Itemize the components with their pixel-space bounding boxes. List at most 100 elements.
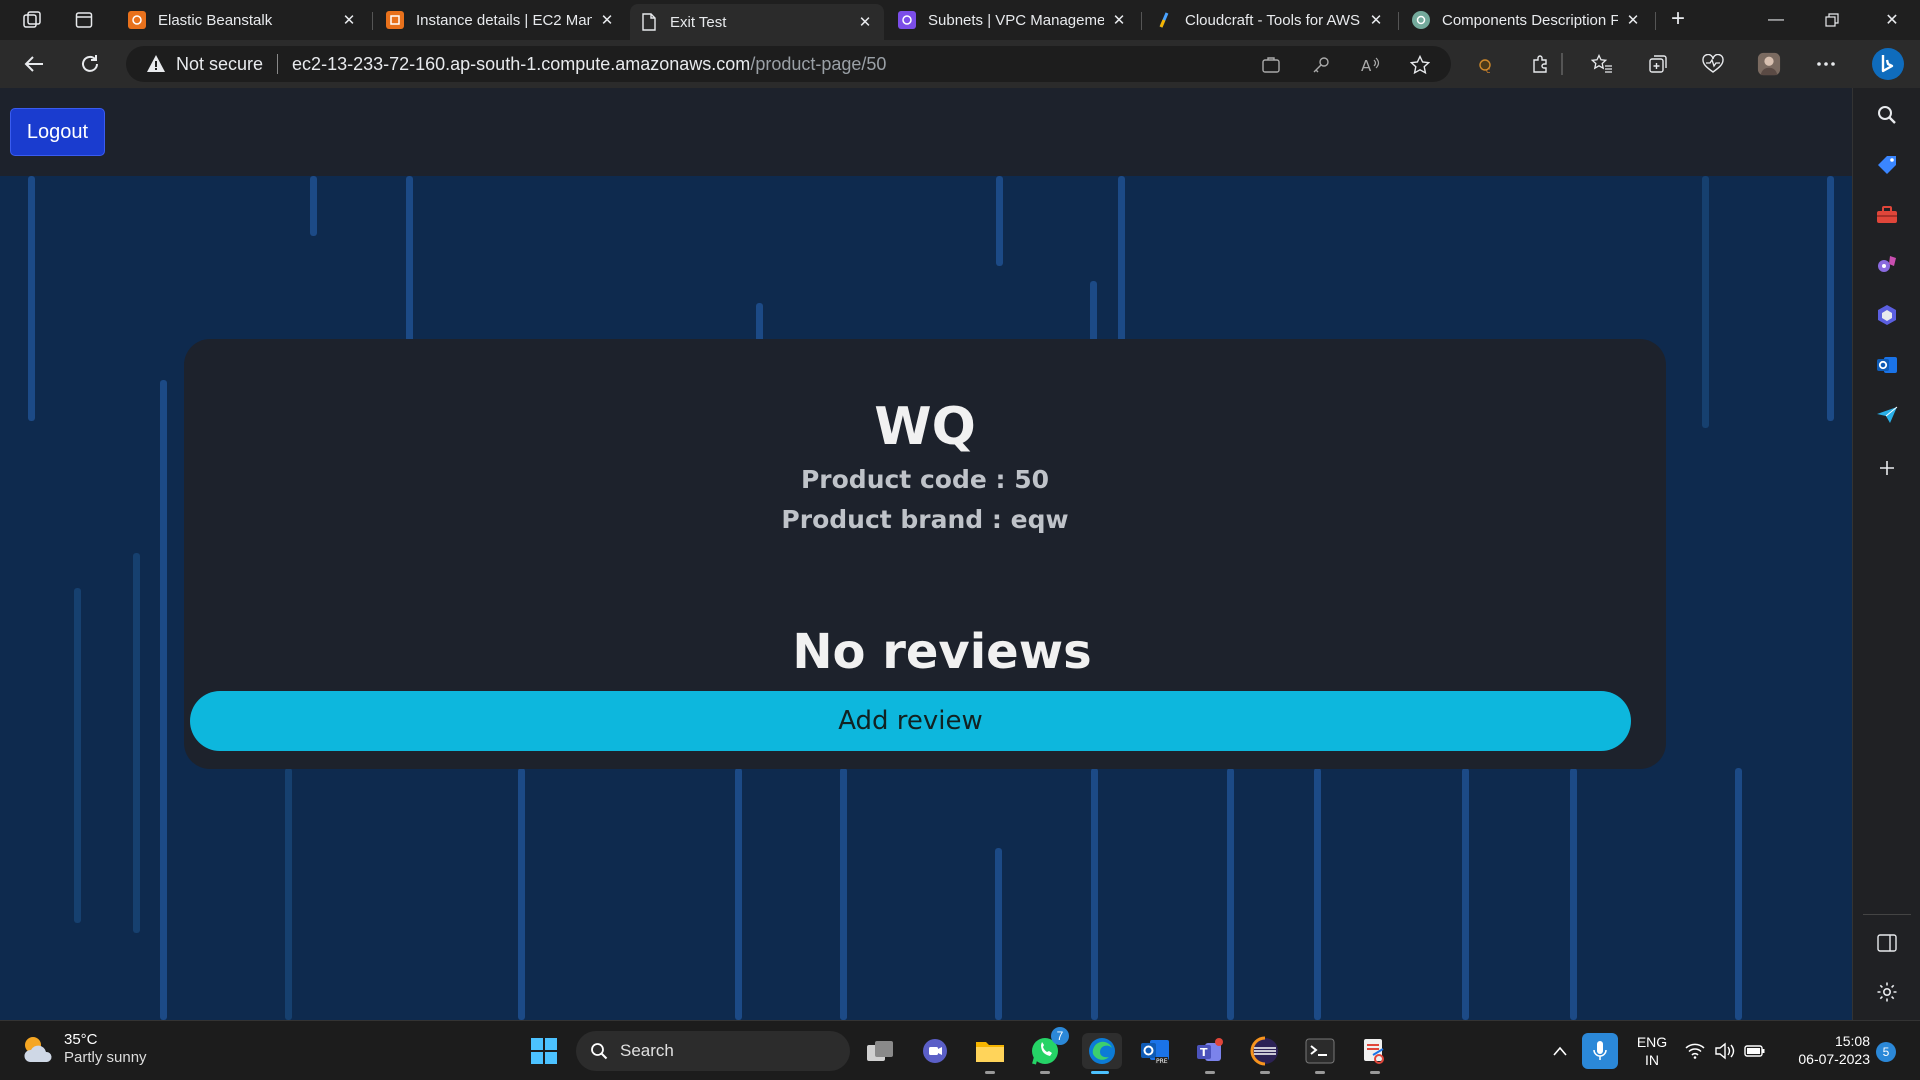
security-label[interactable]: Not secure bbox=[176, 54, 263, 75]
task-view-icon[interactable] bbox=[862, 1033, 898, 1069]
background-streak bbox=[160, 380, 167, 1020]
tab-title: Exit Test bbox=[670, 13, 727, 31]
browser-essentials-icon[interactable] bbox=[1701, 52, 1725, 76]
app-available-icon[interactable] bbox=[1261, 55, 1281, 75]
favorite-star-icon[interactable] bbox=[1409, 54, 1431, 75]
tab-ec2-instance[interactable]: Instance details | EC2 Management Consol… bbox=[376, 4, 626, 36]
new-tab-icon[interactable]: + bbox=[1664, 6, 1692, 34]
add-review-button[interactable]: Add review bbox=[190, 691, 1631, 751]
reviews-heading: No reviews bbox=[792, 624, 1092, 680]
microsoft-365-icon[interactable] bbox=[1875, 303, 1899, 327]
close-icon[interactable]: ✕ bbox=[598, 11, 616, 29]
close-window-icon[interactable]: ✕ bbox=[1864, 0, 1920, 40]
background-streak bbox=[1702, 176, 1709, 428]
close-icon[interactable]: ✕ bbox=[1110, 11, 1128, 29]
teams-chat-icon[interactable] bbox=[917, 1033, 953, 1069]
close-icon[interactable]: ✕ bbox=[856, 13, 874, 31]
outlook-icon[interactable] bbox=[1875, 353, 1899, 377]
snipping-tool-icon[interactable] bbox=[1357, 1033, 1393, 1074]
volume-icon[interactable] bbox=[1711, 1033, 1739, 1069]
background-streak bbox=[1462, 768, 1469, 1020]
tab-components-description[interactable]: Components Description Format ✕ bbox=[1402, 4, 1652, 36]
tab-cloudcraft[interactable]: Cloudcraft - Tools for AWS ✕ bbox=[1145, 4, 1395, 36]
minimize-icon[interactable]: — bbox=[1748, 0, 1804, 40]
file-explorer-icon[interactable] bbox=[972, 1033, 1008, 1074]
running-indicator bbox=[1205, 1071, 1215, 1074]
tools-icon[interactable] bbox=[1875, 203, 1899, 227]
bing-copilot-icon[interactable] bbox=[1870, 46, 1906, 82]
collections-icon[interactable] bbox=[1646, 52, 1670, 76]
warning-icon[interactable] bbox=[146, 54, 166, 74]
tab-actions-icon[interactable] bbox=[70, 6, 98, 34]
svg-text:c: c bbox=[1486, 66, 1490, 74]
background-streak bbox=[310, 176, 317, 236]
shopping-tag-icon[interactable] bbox=[1875, 153, 1899, 177]
background-streak bbox=[1827, 176, 1834, 421]
partly-sunny-icon bbox=[24, 1037, 52, 1062]
eclipse-icon[interactable] bbox=[1247, 1033, 1283, 1074]
teams-icon[interactable]: T bbox=[1192, 1033, 1228, 1074]
clock[interactable]: 15:08 06-07-2023 bbox=[1780, 1032, 1870, 1068]
key-icon[interactable] bbox=[1311, 55, 1331, 75]
cloudcraft-icon bbox=[1155, 11, 1173, 29]
workspaces-icon[interactable] bbox=[18, 6, 46, 34]
background-streak bbox=[735, 768, 742, 1020]
close-icon[interactable]: ✕ bbox=[340, 11, 358, 29]
aws-orange-icon bbox=[386, 11, 404, 29]
telegram-send-icon[interactable] bbox=[1875, 403, 1899, 427]
favorites-icon[interactable] bbox=[1590, 52, 1614, 76]
url-host: ec2-13-233-72-160.ap-south-1.compute.ama… bbox=[292, 53, 751, 74]
extensions-icon[interactable] bbox=[1528, 52, 1552, 76]
tray-chevron-up-icon[interactable] bbox=[1542, 1033, 1578, 1069]
games-icon[interactable] bbox=[1875, 253, 1899, 277]
terminal-icon[interactable] bbox=[1302, 1033, 1338, 1074]
background-streak bbox=[996, 176, 1003, 266]
edge-browser-icon[interactable] bbox=[1082, 1033, 1122, 1074]
outlook-pre-icon[interactable]: PRE bbox=[1137, 1033, 1173, 1069]
running-indicator bbox=[1315, 1071, 1325, 1074]
hide-sidebar-icon[interactable] bbox=[1875, 931, 1899, 955]
tab-title: Elastic Beanstalk bbox=[158, 11, 273, 29]
tab-elastic-beanstalk[interactable]: Elastic Beanstalk ✕ bbox=[118, 4, 368, 36]
profile-avatar[interactable] bbox=[1757, 52, 1781, 76]
restore-icon[interactable] bbox=[1804, 0, 1860, 40]
page-icon bbox=[640, 13, 658, 31]
wifi-icon[interactable] bbox=[1681, 1033, 1709, 1069]
search-icon[interactable] bbox=[1875, 103, 1899, 127]
address-bar[interactable]: Not secure ec2-13-233-72-160.ap-south-1.… bbox=[126, 46, 1451, 82]
close-icon[interactable]: ✕ bbox=[1367, 11, 1385, 29]
back-icon[interactable] bbox=[20, 50, 48, 78]
edge-sidebar bbox=[1852, 88, 1920, 1020]
clock-date: 06-07-2023 bbox=[1798, 1051, 1870, 1067]
product-code: Product code : 50 bbox=[800, 465, 1050, 494]
background-streak bbox=[1227, 768, 1234, 1020]
logout-button[interactable]: Logout bbox=[10, 108, 105, 156]
close-icon[interactable]: ✕ bbox=[1624, 11, 1642, 29]
active-indicator bbox=[1091, 1071, 1109, 1074]
tab-divider bbox=[1398, 12, 1399, 30]
settings-gear-icon[interactable] bbox=[1875, 980, 1899, 1004]
weather-widget[interactable]: 35°C Partly sunny bbox=[20, 1031, 147, 1067]
microphone-icon[interactable] bbox=[1582, 1033, 1618, 1069]
tab-divider bbox=[1655, 12, 1656, 30]
weather-condition: Partly sunny bbox=[64, 1049, 147, 1066]
language-indicator[interactable]: ENG IN bbox=[1634, 1033, 1670, 1069]
whatsapp-icon[interactable]: 7 bbox=[1027, 1027, 1069, 1074]
product-card: WQ Product code : 50 Product brand : eqw… bbox=[184, 339, 1666, 769]
refresh-icon[interactable] bbox=[76, 50, 104, 78]
taskbar-search[interactable]: Search bbox=[576, 1031, 850, 1071]
extension-bug-icon[interactable]: c bbox=[1473, 52, 1497, 76]
read-aloud-icon[interactable]: A bbox=[1360, 55, 1380, 75]
tab-subnets-vpc[interactable]: Subnets | VPC Management Console ✕ bbox=[888, 4, 1138, 36]
more-options-icon[interactable] bbox=[1814, 52, 1838, 76]
windows-taskbar: 35°C Partly sunny Search 7 PRE T ENG IN … bbox=[0, 1020, 1920, 1080]
notification-badge: 7 bbox=[1051, 1027, 1069, 1045]
add-sidebar-app-icon[interactable] bbox=[1875, 456, 1899, 480]
tab-exit-test[interactable]: Exit Test ✕ bbox=[630, 4, 884, 40]
language-code: ENG bbox=[1636, 1034, 1668, 1050]
notification-center-badge[interactable]: 5 bbox=[1876, 1042, 1896, 1062]
start-windows-icon[interactable] bbox=[526, 1033, 562, 1069]
running-indicator bbox=[1260, 1071, 1270, 1074]
running-indicator bbox=[1040, 1071, 1050, 1074]
battery-icon[interactable] bbox=[1741, 1033, 1769, 1069]
